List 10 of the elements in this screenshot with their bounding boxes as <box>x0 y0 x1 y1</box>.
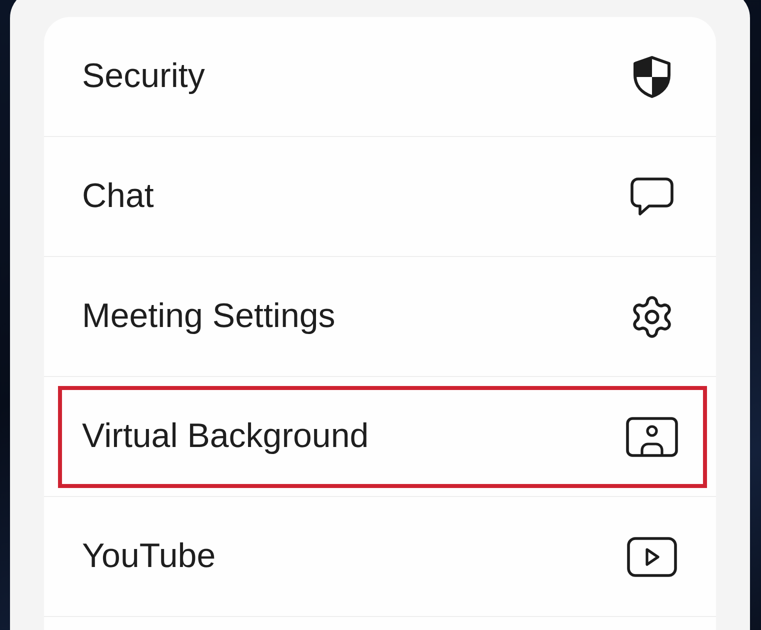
menu-item[interactable]: Chat <box>44 137 716 257</box>
menu-item[interactable]: Virtual Background <box>44 377 716 497</box>
menu-item[interactable]: Security <box>44 17 716 137</box>
chat-bubble-icon <box>630 176 674 216</box>
settings-icon <box>632 296 672 338</box>
shield-icon <box>632 56 672 98</box>
menu-item[interactable]: Meeting Settings <box>44 257 716 377</box>
play-button-icon <box>627 536 677 576</box>
menu-item[interactable]: YouTube <box>44 497 716 617</box>
person-frame-icon <box>626 416 678 456</box>
